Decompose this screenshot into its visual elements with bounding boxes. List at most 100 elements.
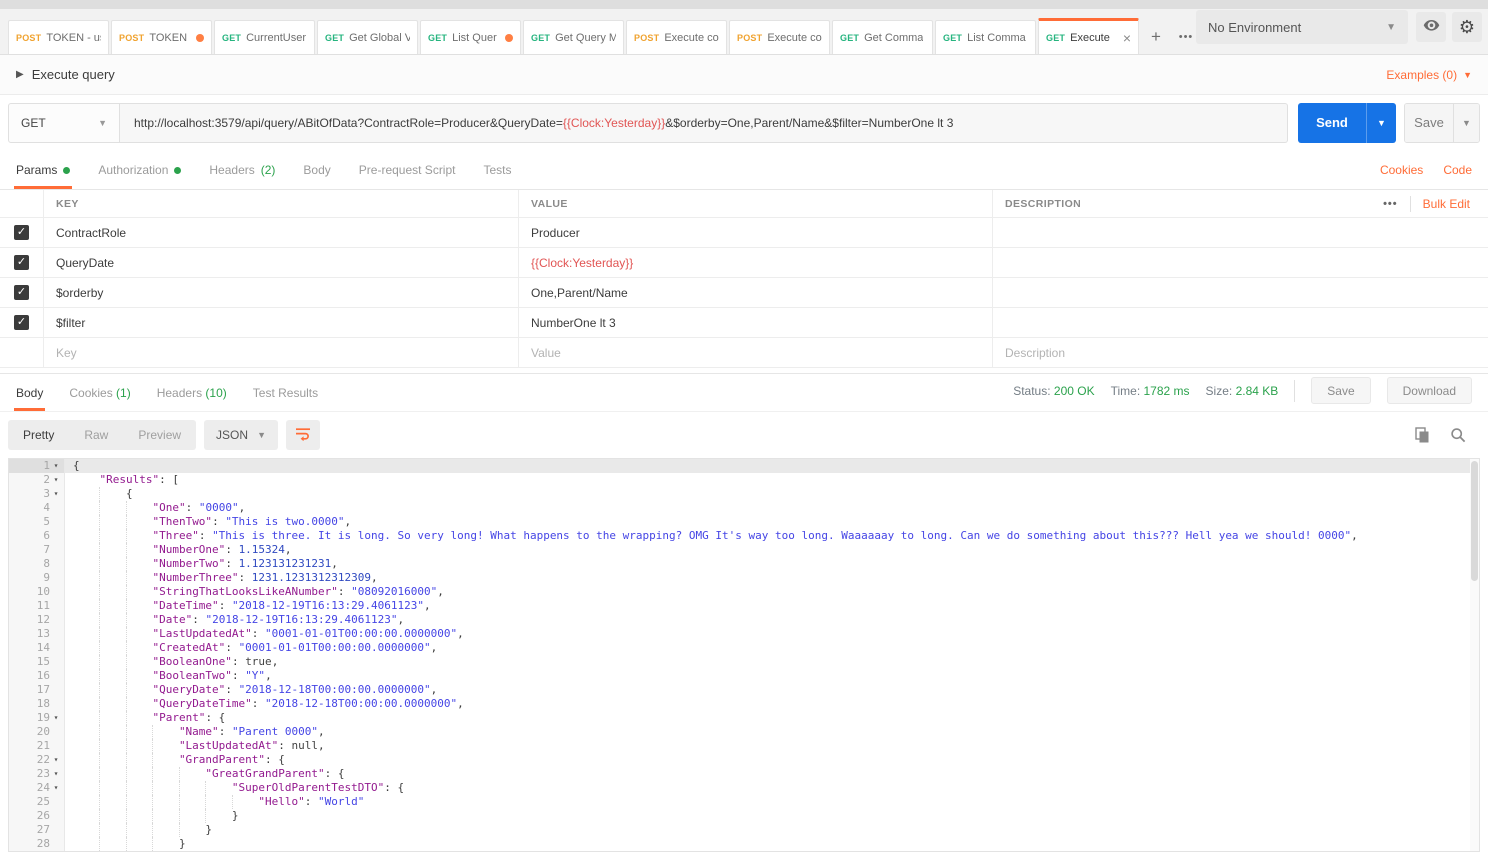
fold-caret-icon[interactable]: ▾ <box>50 781 62 795</box>
code-link[interactable]: Code <box>1443 163 1472 177</box>
line-number[interactable]: 6 <box>9 529 65 543</box>
view-mode-preview[interactable]: Preview <box>123 420 196 450</box>
request-subtab-pre-request-script[interactable]: Pre-request Script <box>359 163 456 189</box>
param-value-cell[interactable]: One,Parent/Name <box>519 278 993 307</box>
checkbox-checked[interactable]: ✓ <box>14 285 29 300</box>
collapse-triangle-icon[interactable]: ▶ <box>16 69 24 80</box>
view-mode-pretty[interactable]: Pretty <box>8 420 69 450</box>
line-number[interactable]: 22▾ <box>9 753 65 767</box>
environment-selector[interactable]: No Environment ▼ <box>1196 10 1408 44</box>
fold-caret-icon[interactable]: ▾ <box>50 473 62 487</box>
bulk-edit-link[interactable]: Bulk Edit <box>1423 197 1470 211</box>
request-tab[interactable]: POSTExecute co <box>626 20 727 54</box>
line-number[interactable]: 24▾ <box>9 781 65 795</box>
line-number[interactable]: 25 <box>9 795 65 809</box>
wrap-lines-button[interactable] <box>286 420 320 450</box>
cookies-link[interactable]: Cookies <box>1380 163 1423 177</box>
line-number[interactable]: 8 <box>9 557 65 571</box>
request-subtab-tests[interactable]: Tests <box>483 163 511 189</box>
copy-response-button[interactable] <box>1415 427 1430 443</box>
param-key-cell[interactable]: ContractRole <box>44 218 519 247</box>
param-key-cell[interactable]: QueryDate <box>44 248 519 277</box>
request-tab[interactable]: POSTTOKEN - us <box>8 20 109 54</box>
line-number[interactable]: 19▾ <box>9 711 65 725</box>
request-tab[interactable]: GETList Comma <box>935 20 1036 54</box>
request-tab[interactable]: GETExecute× <box>1038 18 1139 54</box>
param-key-cell[interactable]: $filter <box>44 308 519 337</box>
code-viewer[interactable]: 1▾{2▾"Results": [3▾{4"One": "0000",5"The… <box>9 459 1479 851</box>
format-dropdown[interactable]: JSON ▼ <box>204 420 278 450</box>
line-number[interactable]: 12 <box>9 613 65 627</box>
save-request-button[interactable]: Save <box>1405 104 1453 142</box>
line-number[interactable]: 20 <box>9 725 65 739</box>
fold-caret-icon[interactable]: ▾ <box>50 711 62 725</box>
param-description-cell[interactable] <box>993 218 1488 247</box>
line-number[interactable]: 21 <box>9 739 65 753</box>
request-tab[interactable]: GETList Quer <box>420 20 521 54</box>
fold-caret-icon[interactable]: ▾ <box>50 459 62 473</box>
view-mode-raw[interactable]: Raw <box>69 420 123 450</box>
fold-caret-icon[interactable]: ▾ <box>50 487 62 501</box>
response-tab-test-results[interactable]: Test Results <box>253 386 318 411</box>
checkbox-checked[interactable]: ✓ <box>14 315 29 330</box>
line-number[interactable]: 3▾ <box>9 487 65 501</box>
new-value-input[interactable] <box>531 346 980 360</box>
close-tab-icon[interactable]: × <box>1119 31 1131 45</box>
request-tab[interactable]: POSTTOKEN <box>111 20 212 54</box>
download-response-button[interactable]: Download <box>1387 377 1472 404</box>
save-response-button[interactable]: Save <box>1311 377 1370 404</box>
send-button[interactable]: Send <box>1298 103 1366 143</box>
checkbox-checked[interactable]: ✓ <box>14 255 29 270</box>
line-number[interactable]: 27 <box>9 823 65 837</box>
param-description-cell[interactable] <box>993 248 1488 277</box>
url-input[interactable]: http://localhost:3579/api/query/ABitOfDa… <box>120 103 1288 143</box>
examples-dropdown[interactable]: Examples (0) ▼ <box>1386 68 1472 82</box>
search-response-button[interactable] <box>1450 427 1466 443</box>
line-number[interactable]: 2▾ <box>9 473 65 487</box>
new-key-input[interactable] <box>56 346 506 360</box>
line-number[interactable]: 28 <box>9 837 65 851</box>
line-number[interactable]: 15 <box>9 655 65 669</box>
vertical-scrollbar[interactable] <box>1470 459 1479 851</box>
line-number[interactable]: 7 <box>9 543 65 557</box>
new-tab-button[interactable]: + <box>1141 20 1171 54</box>
method-dropdown[interactable]: GET ▼ <box>8 103 120 143</box>
request-tab[interactable]: GETGet Query M <box>523 20 624 54</box>
request-tab[interactable]: GETGet Global V <box>317 20 418 54</box>
request-subtab-authorization[interactable]: Authorization <box>98 163 181 189</box>
line-number[interactable]: 13 <box>9 627 65 641</box>
request-subtab-body[interactable]: Body <box>303 163 330 189</box>
line-number[interactable]: 16 <box>9 669 65 683</box>
environment-quick-look-button[interactable] <box>1416 12 1446 42</box>
request-subtab-params[interactable]: Params <box>16 163 70 189</box>
param-description-cell[interactable] <box>993 308 1488 337</box>
request-tab[interactable]: POSTExecute co <box>729 20 830 54</box>
fold-caret-icon[interactable]: ▾ <box>50 767 62 781</box>
params-more-options-button[interactable]: ••• <box>1383 198 1398 210</box>
save-options-button[interactable]: ▼ <box>1453 104 1479 142</box>
param-description-cell[interactable] <box>993 278 1488 307</box>
line-number[interactable]: 1▾ <box>9 459 65 473</box>
response-tab-body[interactable]: Body <box>16 386 43 411</box>
param-value-cell[interactable]: {{Clock:Yesterday}} <box>519 248 993 277</box>
line-number[interactable]: 4 <box>9 501 65 515</box>
line-number[interactable]: 23▾ <box>9 767 65 781</box>
request-tab[interactable]: GETCurrentUser <box>214 20 315 54</box>
param-value-cell[interactable]: NumberOne lt 3 <box>519 308 993 337</box>
checkbox-checked[interactable]: ✓ <box>14 225 29 240</box>
request-tab[interactable]: GETGet Comma <box>832 20 933 54</box>
line-number[interactable]: 9 <box>9 571 65 585</box>
line-number[interactable]: 17 <box>9 683 65 697</box>
param-value-cell[interactable]: Producer <box>519 218 993 247</box>
fold-caret-icon[interactable]: ▾ <box>50 753 62 767</box>
response-tab-cookies[interactable]: Cookies (1) <box>69 386 130 411</box>
param-key-cell[interactable]: $orderby <box>44 278 519 307</box>
line-number[interactable]: 26 <box>9 809 65 823</box>
settings-button[interactable]: ⚙ <box>1452 12 1482 42</box>
line-number[interactable]: 11 <box>9 599 65 613</box>
line-number[interactable]: 5 <box>9 515 65 529</box>
response-tab-headers[interactable]: Headers (10) <box>157 386 227 411</box>
new-description-input[interactable] <box>1005 346 1476 360</box>
send-options-button[interactable]: ▼ <box>1366 103 1396 143</box>
line-number[interactable]: 18 <box>9 697 65 711</box>
